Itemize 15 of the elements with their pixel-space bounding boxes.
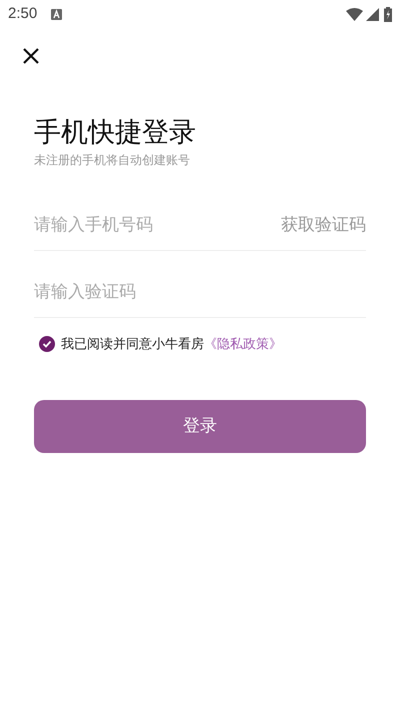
wifi-icon (346, 8, 363, 20)
keyboard-notification-icon (51, 8, 62, 20)
agreement-text: 我已阅读并同意小牛看房 (61, 335, 204, 353)
battery-charging-icon (384, 6, 392, 22)
login-button[interactable]: 登录 (34, 400, 366, 452)
privacy-policy-link[interactable]: 《隐私政策》 (204, 334, 282, 354)
get-code-button[interactable]: 获取验证码 (281, 212, 366, 238)
agreement-checkbox[interactable] (39, 336, 55, 352)
page-title: 手机快捷登录 (34, 116, 197, 149)
code-input-field[interactable]: 请输入验证码 (34, 278, 366, 304)
status-time: 2:50 (8, 4, 38, 24)
phone-input-field[interactable]: 请输入手机号码 (34, 212, 281, 238)
close-button[interactable] (22, 47, 40, 65)
subtitle: 未注册的手机将自动创建账号 (34, 152, 191, 169)
signal-icon (366, 8, 379, 20)
